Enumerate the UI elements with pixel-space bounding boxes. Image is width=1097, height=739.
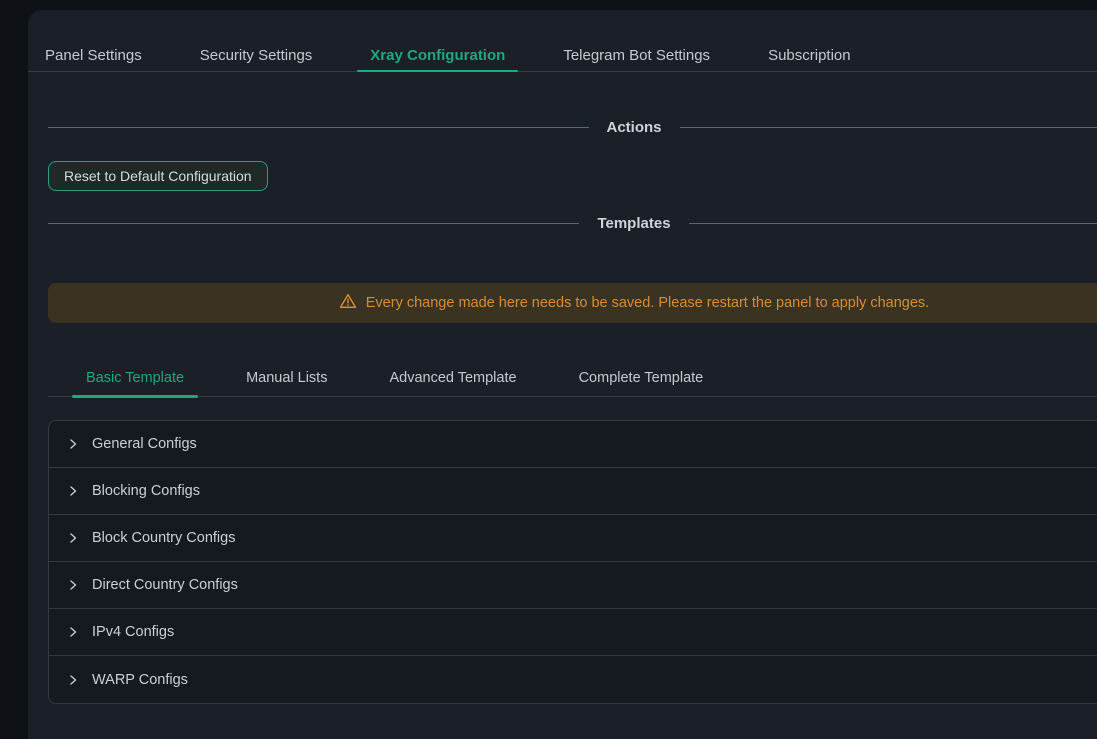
warning-triangle-icon (339, 292, 357, 314)
tab-advanced-template[interactable]: Advanced Template (375, 359, 530, 396)
templates-divider: Templates (48, 212, 1097, 234)
chevron-right-icon (67, 532, 79, 544)
tab-complete-template[interactable]: Complete Template (565, 359, 718, 396)
collapse-label: WARP Configs (92, 672, 188, 688)
collapse-label: General Configs (92, 436, 197, 452)
tab-content: Actions Reset to Default Configuration T… (28, 116, 1097, 704)
collapse-label: IPv4 Configs (92, 624, 174, 640)
tab-basic-template[interactable]: Basic Template (72, 359, 198, 396)
collapse-ipv4-configs[interactable]: IPv4 Configs (49, 609, 1097, 656)
settings-card: Panel Settings Security Settings Xray Co… (28, 10, 1097, 739)
chevron-right-icon (67, 579, 79, 591)
chevron-right-icon (67, 485, 79, 497)
collapse-label: Direct Country Configs (92, 577, 238, 593)
collapse-direct-country-configs[interactable]: Direct Country Configs (49, 562, 1097, 609)
actions-divider-title: Actions (607, 119, 662, 136)
actions-divider: Actions (48, 116, 1097, 138)
main-tab-bar: Panel Settings Security Settings Xray Co… (28, 10, 1097, 72)
warning-text: Every change made here needs to be saved… (366, 295, 929, 311)
restart-warning-alert: Every change made here needs to be saved… (48, 283, 1097, 323)
tab-xray-configuration[interactable]: Xray Configuration (357, 40, 518, 71)
chevron-right-icon (67, 626, 79, 638)
collapse-warp-configs[interactable]: WARP Configs (49, 656, 1097, 703)
collapse-block-country-configs[interactable]: Block Country Configs (49, 515, 1097, 562)
chevron-right-icon (67, 438, 79, 450)
templates-divider-title: Templates (597, 215, 670, 232)
divider-line (680, 127, 1097, 128)
tab-telegram-bot-settings[interactable]: Telegram Bot Settings (550, 40, 723, 71)
divider-line (689, 223, 1097, 224)
collapse-label: Blocking Configs (92, 483, 200, 499)
divider-line (48, 127, 589, 128)
template-tab-bar: Basic Template Manual Lists Advanced Tem… (48, 359, 1097, 397)
tab-security-settings[interactable]: Security Settings (187, 40, 326, 71)
collapse-general-configs[interactable]: General Configs (49, 421, 1097, 468)
collapse-label: Block Country Configs (92, 530, 235, 546)
collapse-blocking-configs[interactable]: Blocking Configs (49, 468, 1097, 515)
divider-line (48, 223, 579, 224)
tab-subscription[interactable]: Subscription (755, 40, 864, 71)
tab-panel-settings[interactable]: Panel Settings (32, 40, 155, 71)
page-background: Panel Settings Security Settings Xray Co… (0, 0, 1097, 739)
tab-manual-lists[interactable]: Manual Lists (232, 359, 341, 396)
chevron-right-icon (67, 674, 79, 686)
reset-default-config-button[interactable]: Reset to Default Configuration (48, 161, 268, 191)
config-collapse-list: General Configs Blocking Configs (48, 420, 1097, 704)
actions-row: Reset to Default Configuration (48, 138, 1097, 191)
